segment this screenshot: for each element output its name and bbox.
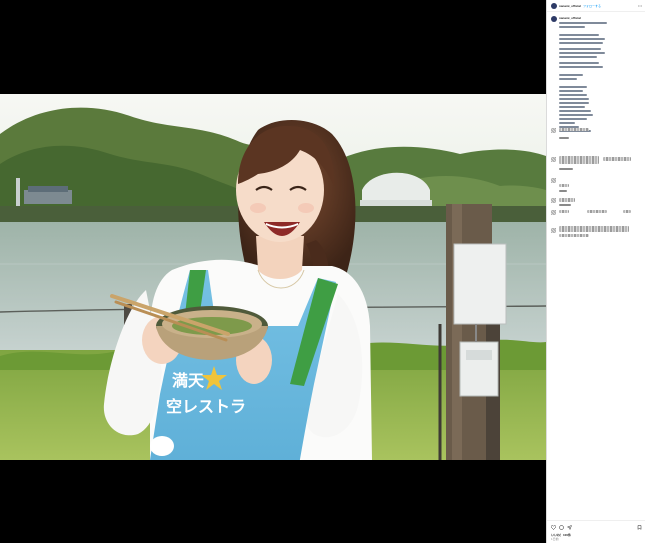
comment-blurred bbox=[559, 210, 569, 213]
instagram-post-viewer: 満天 空レストラ nanami_official フォローする nanami_o… bbox=[0, 0, 645, 543]
post-side-panel: nanami_official フォローする nanami_official い… bbox=[546, 0, 645, 543]
comment-avatar bbox=[551, 178, 556, 183]
share-icon[interactable] bbox=[567, 525, 572, 530]
comment-blurred bbox=[559, 184, 569, 187]
post-actions: いいね！100件 1日前 bbox=[547, 520, 645, 543]
follow-button[interactable]: フォローする bbox=[583, 4, 601, 8]
comment-blurred bbox=[559, 198, 575, 202]
post-photo[interactable]: 満天 空レストラ bbox=[0, 94, 546, 460]
apron-print-line1: 満天 bbox=[172, 371, 205, 390]
comment-avatar bbox=[551, 128, 556, 133]
comment-blurred bbox=[559, 128, 589, 131]
header-username[interactable]: nanami_official bbox=[559, 4, 581, 8]
comment-blurred bbox=[559, 226, 629, 232]
comment-avatar bbox=[551, 157, 556, 162]
comment-blurred bbox=[623, 210, 631, 213]
comment-avatar bbox=[551, 210, 556, 215]
more-icon[interactable] bbox=[638, 4, 642, 8]
comment-blurred bbox=[603, 157, 631, 161]
caption-avatar[interactable] bbox=[551, 16, 557, 22]
comment-icon[interactable] bbox=[559, 525, 564, 530]
comment-blurred bbox=[559, 234, 589, 237]
caption-username[interactable]: nanami_official bbox=[559, 16, 581, 20]
comment-avatar bbox=[551, 228, 556, 233]
post-date: 1日前 bbox=[551, 537, 559, 541]
bookmark-icon[interactable] bbox=[637, 525, 642, 530]
comment-blurred bbox=[587, 210, 607, 213]
heart-icon[interactable] bbox=[551, 525, 556, 530]
post-header: nanami_official フォローする bbox=[547, 0, 645, 12]
comment-avatar bbox=[551, 198, 556, 203]
media-pane: 満天 空レストラ bbox=[0, 0, 546, 543]
comment-blurred bbox=[559, 156, 599, 164]
user-avatar[interactable] bbox=[551, 3, 557, 9]
apron-print-line2: 空レストラ bbox=[166, 397, 246, 416]
